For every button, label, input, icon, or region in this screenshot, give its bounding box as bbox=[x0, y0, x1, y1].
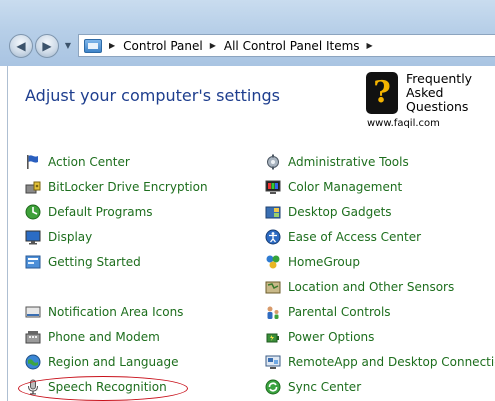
homegroup-icon bbox=[265, 254, 281, 270]
item-remoteapp-and-desktop-connections[interactable]: RemoteApp and Desktop Connections bbox=[265, 352, 495, 372]
item-label: Action Center bbox=[48, 155, 130, 169]
display-icon bbox=[25, 229, 41, 245]
faq-url: www.faqil.com bbox=[367, 118, 440, 129]
item-label: Default Programs bbox=[48, 205, 153, 219]
item-ease-of-access-center[interactable]: Ease of Access Center bbox=[265, 227, 421, 247]
item-label: BitLocker Drive Encryption bbox=[48, 180, 208, 194]
main-content: Adjust your computer's settings ? Freque… bbox=[7, 66, 495, 401]
item-label: Getting Started bbox=[48, 255, 141, 269]
breadcrumb-control-panel[interactable]: Control Panel bbox=[123, 39, 203, 53]
power-icon bbox=[265, 329, 281, 345]
faq-watermark: ? Frequently Asked Questions www.faqil.c… bbox=[364, 68, 495, 130]
item-location-and-other-sensors[interactable]: Location and Other Sensors bbox=[265, 277, 454, 297]
default-programs-icon bbox=[25, 204, 41, 220]
item-label: Notification Area Icons bbox=[48, 305, 184, 319]
item-label: Parental Controls bbox=[288, 305, 391, 319]
faq-logo: ? bbox=[366, 72, 398, 114]
item-label: Phone and Modem bbox=[48, 330, 160, 344]
breadcrumb-separator-icon[interactable]: ▶ bbox=[210, 41, 216, 50]
item-getting-started[interactable]: Getting Started bbox=[25, 252, 141, 272]
parental-controls-icon bbox=[265, 304, 281, 320]
back-button[interactable]: ◀ bbox=[9, 34, 33, 58]
item-default-programs[interactable]: Default Programs bbox=[25, 202, 153, 222]
highlight-ellipse bbox=[18, 376, 188, 401]
sync-icon bbox=[265, 379, 281, 395]
item-label: HomeGroup bbox=[288, 255, 360, 269]
item-region-and-language[interactable]: Region and Language bbox=[25, 352, 179, 372]
window-toolbar: ◀ ▶ ▼ ▶ Control Panel ▶ All Control Pane… bbox=[0, 0, 495, 66]
item-label: Sync Center bbox=[288, 380, 362, 394]
item-label: Desktop Gadgets bbox=[288, 205, 392, 219]
item-homegroup[interactable]: HomeGroup bbox=[265, 252, 360, 272]
control-panel-icon bbox=[84, 38, 102, 53]
address-bar[interactable]: ▶ Control Panel ▶ All Control Panel Item… bbox=[78, 34, 495, 57]
breadcrumb-separator-icon[interactable]: ▶ bbox=[367, 41, 373, 50]
item-notification-area-icons[interactable]: Notification Area Icons bbox=[25, 302, 183, 322]
admin-tools-icon bbox=[265, 154, 281, 170]
item-phone-and-modem[interactable]: Phone and Modem bbox=[25, 327, 160, 347]
item-bitlocker[interactable]: BitLocker Drive Encryption bbox=[25, 177, 208, 197]
faq-text-line: Questions bbox=[406, 99, 469, 114]
item-action-center[interactable]: Action Center bbox=[25, 152, 130, 172]
faq-text-line: Asked bbox=[406, 85, 444, 100]
notification-icon bbox=[25, 304, 41, 320]
item-parental-controls[interactable]: Parental Controls bbox=[265, 302, 391, 322]
phone-icon bbox=[25, 329, 41, 345]
bitlocker-icon bbox=[25, 179, 41, 195]
history-dropdown-icon[interactable]: ▼ bbox=[62, 38, 74, 54]
item-label: Location and Other Sensors bbox=[288, 280, 455, 294]
forward-button[interactable]: ▶ bbox=[35, 34, 59, 58]
item-display[interactable]: Display bbox=[25, 227, 92, 247]
ease-of-access-icon bbox=[265, 229, 281, 245]
item-label: Ease of Access Center bbox=[288, 230, 422, 244]
item-administrative-tools[interactable]: Administrative Tools bbox=[265, 152, 409, 172]
item-color-management[interactable]: Color Management bbox=[265, 177, 402, 197]
page-title: Adjust your computer's settings bbox=[25, 86, 280, 105]
item-label: Display bbox=[48, 230, 93, 244]
item-label: RemoteApp and Desktop Connections bbox=[288, 355, 495, 369]
getting-started-icon bbox=[25, 254, 41, 270]
item-label: Color Management bbox=[288, 180, 403, 194]
gadgets-icon bbox=[265, 204, 281, 220]
breadcrumb-all-items[interactable]: All Control Panel Items bbox=[224, 39, 360, 53]
item-power-options[interactable]: Power Options bbox=[265, 327, 374, 347]
sensors-icon bbox=[265, 279, 281, 295]
item-label: Administrative Tools bbox=[288, 155, 409, 169]
item-label: Power Options bbox=[288, 330, 375, 344]
faq-text-line: Frequently bbox=[406, 71, 473, 86]
breadcrumb-separator-icon[interactable]: ▶ bbox=[109, 41, 115, 50]
item-sync-center[interactable]: Sync Center bbox=[265, 377, 361, 397]
flag-icon bbox=[25, 154, 41, 170]
globe-icon bbox=[25, 354, 41, 370]
item-label: Region and Language bbox=[48, 355, 179, 369]
remoteapp-icon bbox=[265, 354, 281, 370]
item-desktop-gadgets[interactable]: Desktop Gadgets bbox=[265, 202, 392, 222]
color-management-icon bbox=[265, 179, 281, 195]
